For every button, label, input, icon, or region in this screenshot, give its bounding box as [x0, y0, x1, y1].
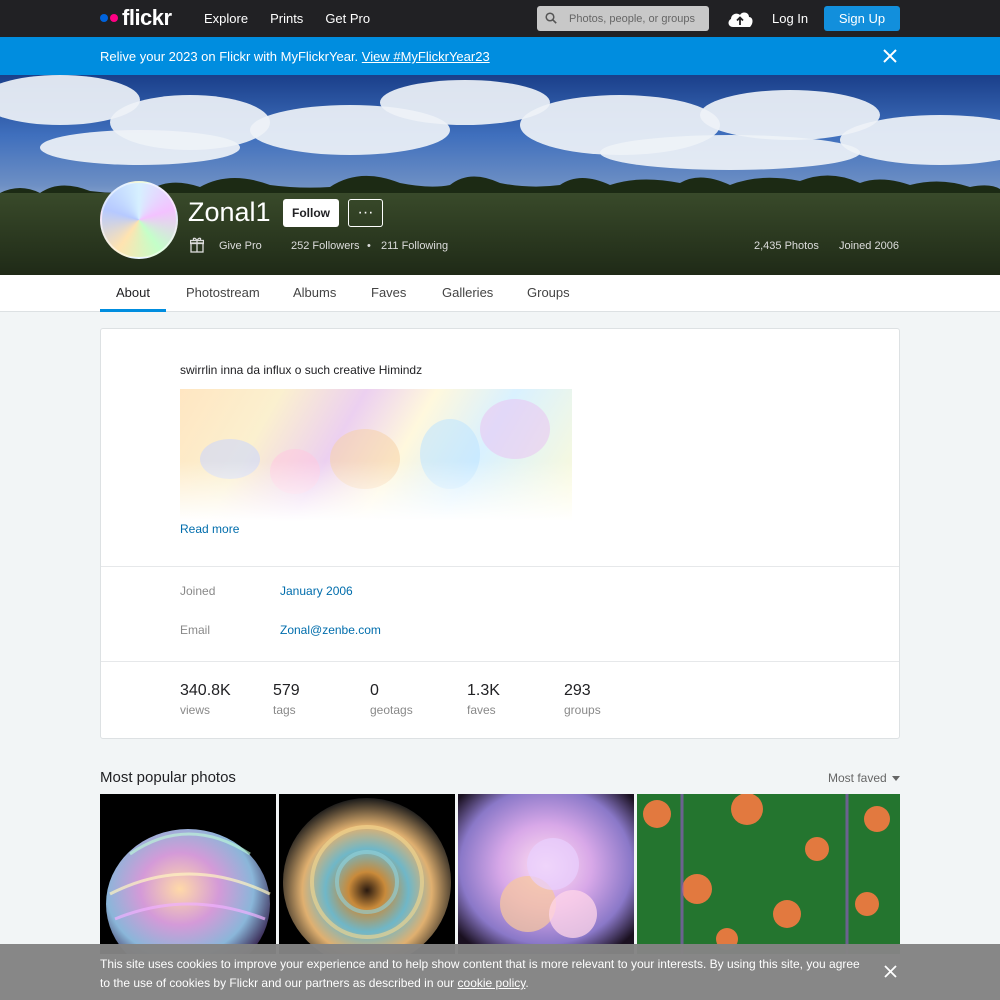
stat-value: 1.3K [467, 682, 500, 699]
image-blob [330, 429, 400, 489]
stat-label: tags [273, 703, 296, 717]
banner-link[interactable]: View #MyFlickrYear23 [362, 49, 490, 64]
photos-count: 2,435 Photos [754, 240, 819, 252]
flickr-year-banner: Relive your 2023 on Flickr with MyFlickr… [0, 37, 1000, 75]
logo-blue-dot [100, 14, 108, 22]
image-blob [420, 419, 480, 489]
tab-photostream[interactable]: Photostream [170, 275, 276, 312]
cookie-banner: This site uses cookies to improve your e… [0, 944, 1000, 1000]
photo-fractal-green [637, 794, 900, 954]
divider [101, 566, 899, 567]
top-nav: flickr Explore Prints Get Pro Log In Sig… [0, 0, 1000, 37]
stat-label: geotags [370, 703, 413, 717]
give-pro-link[interactable]: Give Pro [219, 240, 262, 252]
nav-explore[interactable]: Explore [204, 11, 248, 26]
image-blob [200, 439, 260, 479]
logo-pink-dot [110, 14, 118, 22]
joined-label: Joined [180, 584, 216, 598]
cookie-period: . [525, 976, 529, 990]
joined-value[interactable]: January 2006 [280, 584, 353, 598]
photo-fractal-sphere [106, 829, 271, 954]
description-image [180, 389, 572, 521]
followers-link[interactable]: 252 Followers [291, 240, 359, 252]
read-more-link[interactable]: Read more [180, 522, 239, 536]
upload-cloud-icon[interactable] [726, 8, 754, 30]
flickr-logo[interactable]: flickr [100, 5, 172, 30]
cloud-shape [840, 115, 1000, 165]
photo-fractal-swirls [458, 794, 634, 954]
nav-prints[interactable]: Prints [270, 11, 303, 26]
close-icon[interactable] [884, 965, 897, 978]
nav-links: Explore Prints Get Pro [204, 0, 392, 37]
about-card: swirrlin inna da influx o such creative … [100, 328, 900, 739]
search-icon[interactable] [545, 12, 557, 24]
stat-geotags: 0 geotags [370, 682, 413, 717]
photo-tile[interactable] [458, 794, 634, 954]
search-input[interactable] [569, 6, 705, 31]
profile-tabs: About Photostream Albums Faves Galleries… [0, 275, 1000, 312]
login-link[interactable]: Log In [772, 11, 808, 26]
cloud-shape [40, 130, 240, 165]
nav-get-pro[interactable]: Get Pro [325, 11, 370, 26]
email-label: Email [180, 623, 211, 637]
profile-description: swirrlin inna da influx o such creative … [180, 363, 423, 377]
sort-dropdown[interactable]: Most faved [828, 771, 901, 785]
avatar[interactable] [100, 181, 178, 259]
photo-tile[interactable] [637, 794, 900, 954]
divider [101, 661, 899, 662]
stat-value: 293 [564, 682, 591, 699]
stat-label: faves [467, 703, 496, 717]
popular-photos-title: Most popular photos [100, 769, 236, 786]
following-link[interactable]: 211 Following [381, 240, 448, 252]
photo-fractal-mandala [283, 798, 451, 954]
image-blob [270, 449, 320, 494]
image-blob [480, 399, 550, 459]
gift-icon[interactable] [190, 237, 204, 253]
stat-value: 340.8K [180, 682, 231, 699]
tab-galleries[interactable]: Galleries [426, 275, 509, 312]
photo-tile[interactable] [279, 794, 455, 954]
stat-value: 0 [370, 682, 379, 699]
follow-button[interactable]: Follow [283, 199, 339, 227]
profile-username: Zonal1 [188, 197, 271, 227]
more-options-button[interactable]: ··· [348, 199, 383, 227]
stat-tags: 579 tags [273, 682, 300, 717]
chevron-down-icon [892, 775, 901, 781]
joined-year: Joined 2006 [839, 240, 899, 252]
tab-about[interactable]: About [100, 275, 166, 312]
stat-views: 340.8K views [180, 682, 231, 717]
photo-tile[interactable] [100, 794, 276, 954]
stat-groups: 293 groups [564, 682, 601, 717]
stat-label: views [180, 703, 211, 717]
banner-text: Relive your 2023 on Flickr with MyFlickr… [100, 49, 490, 64]
stat-label: groups [564, 703, 601, 717]
stat-value: 579 [273, 682, 300, 699]
separator-bullet: • [367, 240, 371, 252]
search-box [537, 6, 709, 31]
close-icon[interactable] [883, 49, 897, 63]
signup-button[interactable]: Sign Up [824, 6, 900, 31]
cookie-policy-link[interactable]: cookie policy [458, 976, 526, 990]
cookie-text: This site uses cookies to improve your e… [100, 955, 860, 993]
logo-text: flickr [122, 5, 172, 30]
banner-message: Relive your 2023 on Flickr with MyFlickr… [100, 49, 359, 64]
tab-faves[interactable]: Faves [355, 275, 422, 312]
email-value[interactable]: Zonal@zenbe.com [280, 623, 381, 637]
stat-faves: 1.3K faves [467, 682, 500, 717]
sort-label: Most faved [828, 771, 887, 785]
tab-albums[interactable]: Albums [277, 275, 352, 312]
tab-groups[interactable]: Groups [511, 275, 586, 312]
